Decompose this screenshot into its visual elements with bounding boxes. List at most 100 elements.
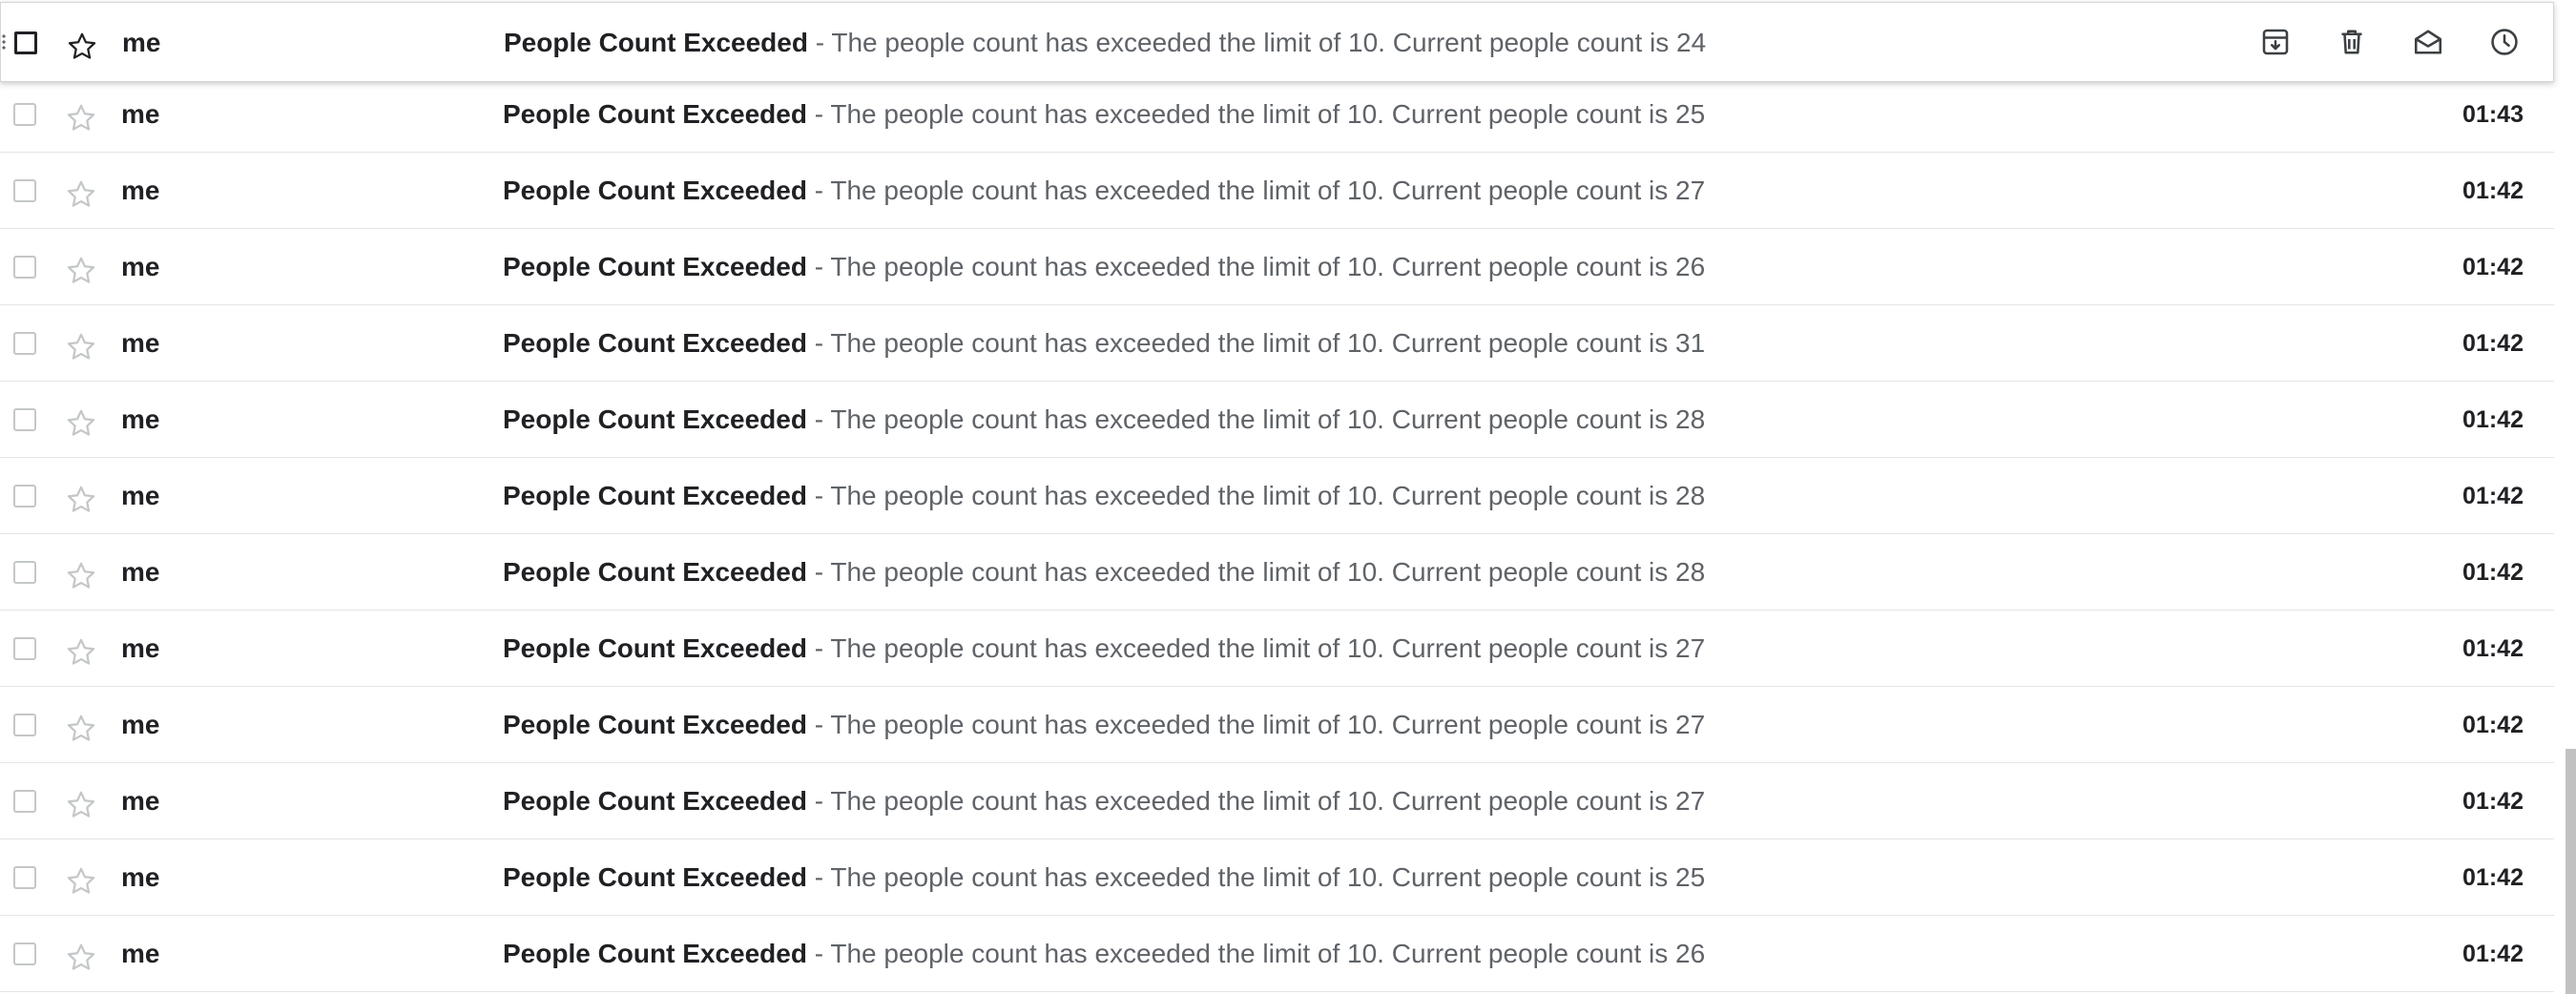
email-row[interactable]: me People Count Exceeded - The people cou… [0, 534, 2554, 611]
email-row[interactable]: me People Count Exceeded - The people cou… [0, 687, 2554, 763]
star-icon[interactable] [64, 788, 98, 822]
sender-name: me [121, 939, 160, 968]
subject-line: People Count Exceeded - The people count… [503, 709, 1705, 741]
row-hover-actions [2255, 22, 2524, 62]
email-time: 01:42 [2462, 788, 2524, 815]
select-checkbox[interactable] [13, 485, 36, 507]
email-snippet: The people count has exceeded the limit … [830, 99, 1706, 129]
subject-line: People Count Exceeded - The people count… [503, 327, 1705, 360]
subject-separator: - [815, 28, 825, 57]
email-time: 01:42 [2462, 330, 2524, 357]
subject-line: People Count Exceeded - The people count… [503, 251, 1705, 283]
subject-line: People Count Exceeded - The people count… [503, 785, 1705, 818]
email-time: 01:42 [2462, 941, 2524, 967]
star-icon[interactable] [64, 101, 98, 135]
select-checkbox[interactable] [13, 790, 36, 813]
subject-separator: - [814, 99, 824, 129]
subject-separator: - [814, 939, 824, 968]
email-row[interactable]: me People Count Exceeded - The people cou… [0, 839, 2554, 916]
subject-separator: - [814, 481, 824, 510]
scrollbar-thumb[interactable] [2566, 749, 2576, 994]
email-row[interactable]: me People Count Exceeded - The people cou… [0, 916, 2554, 992]
star-icon[interactable] [64, 177, 98, 212]
email-snippet: The people count has exceeded the limit … [830, 862, 1706, 892]
email-snippet: The people count has exceeded the limit … [830, 557, 1706, 587]
email-time: 01:42 [2462, 635, 2524, 662]
select-checkbox[interactable] [13, 714, 36, 736]
email-snippet: The people count has exceeded the limit … [830, 939, 1706, 968]
subject-line: People Count Exceeded - The people count… [503, 861, 1705, 894]
trash-icon[interactable] [2332, 22, 2372, 62]
sender-name: me [121, 710, 160, 739]
email-subject: People Count Exceeded [503, 481, 807, 510]
star-icon[interactable] [64, 864, 98, 899]
email-time: 01:42 [2462, 483, 2524, 509]
clock-icon[interactable] [2484, 22, 2524, 62]
select-checkbox[interactable] [13, 637, 36, 660]
select-checkbox[interactable] [13, 332, 36, 355]
email-time: 01:42 [2462, 254, 2524, 280]
subject-separator: - [814, 176, 824, 205]
subject-line: People Count Exceeded - The people count… [503, 938, 1705, 970]
star-icon[interactable] [64, 941, 98, 975]
archive-icon[interactable] [2255, 22, 2296, 62]
star-icon[interactable] [64, 330, 98, 364]
email-snippet: The people count has exceeded the limit … [830, 328, 1706, 358]
star-icon[interactable] [64, 712, 98, 746]
select-checkbox[interactable] [13, 942, 36, 965]
star-icon[interactable] [65, 30, 99, 64]
email-row[interactable]: me People Count Exceeded - The people cou… [0, 2, 2554, 82]
select-checkbox[interactable] [14, 31, 37, 54]
email-snippet: The people count has exceeded the limit … [830, 404, 1706, 434]
email-row[interactable]: me People Count Exceeded - The people cou… [0, 229, 2554, 305]
sender-name: me [121, 176, 160, 205]
email-time: 01:42 [2462, 406, 2524, 433]
select-checkbox[interactable] [13, 866, 36, 889]
email-subject: People Count Exceeded [503, 99, 807, 129]
subject-line: People Count Exceeded - The people count… [503, 632, 1705, 665]
drag-handle-icon[interactable] [1, 33, 7, 51]
email-row[interactable]: me People Count Exceeded - The people cou… [0, 458, 2554, 534]
email-subject: People Count Exceeded [503, 557, 807, 587]
email-row[interactable]: me People Count Exceeded - The people cou… [0, 153, 2554, 229]
email-subject: People Count Exceeded [503, 786, 807, 816]
subject-separator: - [814, 252, 824, 281]
email-time: 01:42 [2462, 712, 2524, 738]
sender-name: me [121, 99, 160, 129]
subject-line: People Count Exceeded - The people count… [503, 480, 1705, 512]
select-checkbox[interactable] [13, 561, 36, 584]
mail-open-icon[interactable] [2408, 22, 2448, 62]
star-icon[interactable] [64, 406, 98, 441]
email-snippet: The people count has exceeded the limit … [830, 481, 1706, 510]
subject-line: People Count Exceeded - The people count… [503, 404, 1705, 436]
email-row[interactable]: me People Count Exceeded - The people cou… [0, 611, 2554, 687]
email-snippet: The people count has exceeded the limit … [830, 176, 1706, 205]
subject-separator: - [814, 710, 824, 739]
star-icon[interactable] [64, 483, 98, 517]
email-snippet: The people count has exceeded the limit … [830, 252, 1706, 281]
email-subject: People Count Exceeded [503, 252, 807, 281]
email-subject: People Count Exceeded [503, 939, 807, 968]
email-row[interactable]: me People Count Exceeded - The people cou… [0, 763, 2554, 839]
subject-line: People Count Exceeded - The people count… [503, 98, 1705, 131]
star-icon[interactable] [64, 559, 98, 593]
sender-name: me [121, 481, 160, 510]
email-snippet: The people count has exceeded the limit … [831, 28, 1707, 57]
select-checkbox[interactable] [13, 103, 36, 126]
subject-separator: - [814, 404, 824, 434]
select-checkbox[interactable] [13, 179, 36, 202]
select-checkbox[interactable] [13, 408, 36, 431]
sender-name: me [121, 862, 160, 892]
email-row[interactable]: me People Count Exceeded - The people cou… [0, 382, 2554, 458]
email-row[interactable]: me People Count Exceeded - The people cou… [0, 76, 2554, 153]
subject-separator: - [814, 557, 824, 587]
email-time: 01:42 [2462, 559, 2524, 586]
select-checkbox[interactable] [13, 256, 36, 279]
email-subject: People Count Exceeded [504, 28, 808, 57]
star-icon[interactable] [64, 254, 98, 288]
email-time: 01:42 [2462, 177, 2524, 204]
subject-line: People Count Exceeded - The people count… [503, 175, 1705, 207]
email-row[interactable]: me People Count Exceeded - The people cou… [0, 305, 2554, 382]
star-icon[interactable] [64, 635, 98, 670]
subject-separator: - [814, 328, 824, 358]
